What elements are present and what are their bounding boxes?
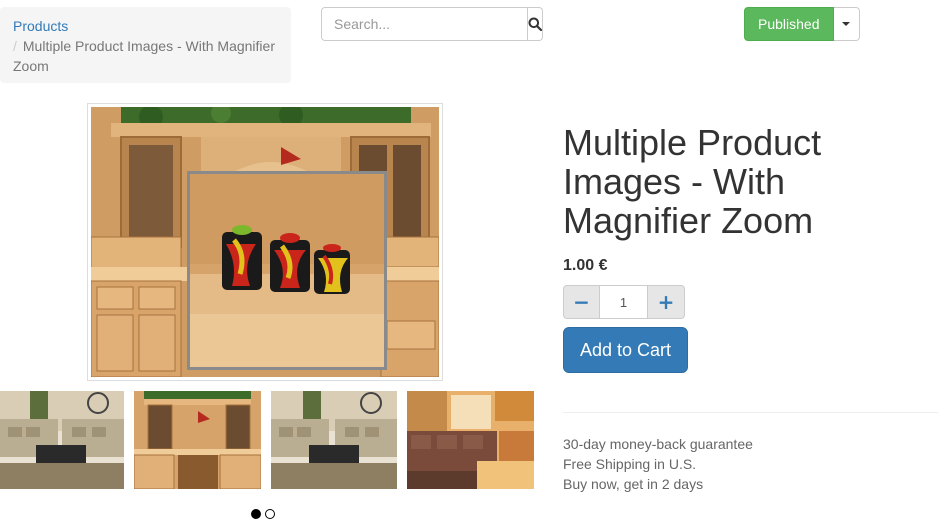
breadcrumb-current-label: Multiple Product Images - With Magnifier… <box>13 38 275 74</box>
carousel-dot-2[interactable] <box>265 509 275 519</box>
breadcrumb-current: / Multiple Product Images - With Magnifie… <box>13 36 278 76</box>
plus-icon: + <box>657 290 675 314</box>
thumbnail-4[interactable] <box>407 391 534 489</box>
publish-dropdown: Published <box>744 7 860 41</box>
product-image-kitchen-hutch <box>91 107 439 377</box>
product-price: 1.00 € <box>563 257 608 274</box>
guarantee-delivery: Buy now, get in 2 days <box>563 476 704 492</box>
main-product-image[interactable] <box>87 103 443 381</box>
thumbnail-living-room-image <box>271 391 397 489</box>
breadcrumb: Products / Multiple Product Images - With… <box>0 7 291 83</box>
magnifier-zoom-lens[interactable] <box>187 171 387 370</box>
search-icon <box>528 17 542 31</box>
quantity-increase-button[interactable]: + <box>648 285 685 319</box>
thumbnail-1[interactable] <box>0 391 124 489</box>
guarantee-free-shipping: Free Shipping in U.S. <box>563 456 697 472</box>
thumbnail-sectional-sofa-image <box>407 391 534 489</box>
thumbnail-hutch-image <box>134 391 261 489</box>
thumbnail-3[interactable] <box>271 391 397 489</box>
thumbnail-living-room-image <box>0 391 124 489</box>
published-button[interactable]: Published <box>744 7 834 41</box>
quantity-decrease-button[interactable]: − <box>563 285 600 319</box>
divider <box>563 412 938 413</box>
publish-options-toggle[interactable] <box>833 7 860 41</box>
zoomed-canisters-illustration <box>190 174 384 367</box>
breadcrumb-products-link[interactable]: Products <box>13 16 278 36</box>
search-input[interactable] <box>321 7 528 41</box>
quantity-input[interactable] <box>600 285 648 319</box>
carousel-dot-1[interactable] <box>251 509 261 519</box>
guarantee-list: 30-day money-back guarantee Free Shippin… <box>563 434 753 494</box>
product-title: Multiple Product Images - With Magnifier… <box>563 122 822 241</box>
quantity-stepper: − + <box>563 285 685 319</box>
search-group <box>321 7 543 41</box>
guarantee-money-back: 30-day money-back guarantee <box>563 436 753 452</box>
add-to-cart-button[interactable]: Add to Cart <box>563 327 688 373</box>
caret-down-icon <box>842 22 850 26</box>
minus-icon: − <box>573 290 590 314</box>
search-button[interactable] <box>528 7 543 41</box>
thumbnail-2[interactable] <box>134 391 261 489</box>
carousel-indicators <box>251 509 275 519</box>
breadcrumb-separator: / <box>13 38 17 54</box>
